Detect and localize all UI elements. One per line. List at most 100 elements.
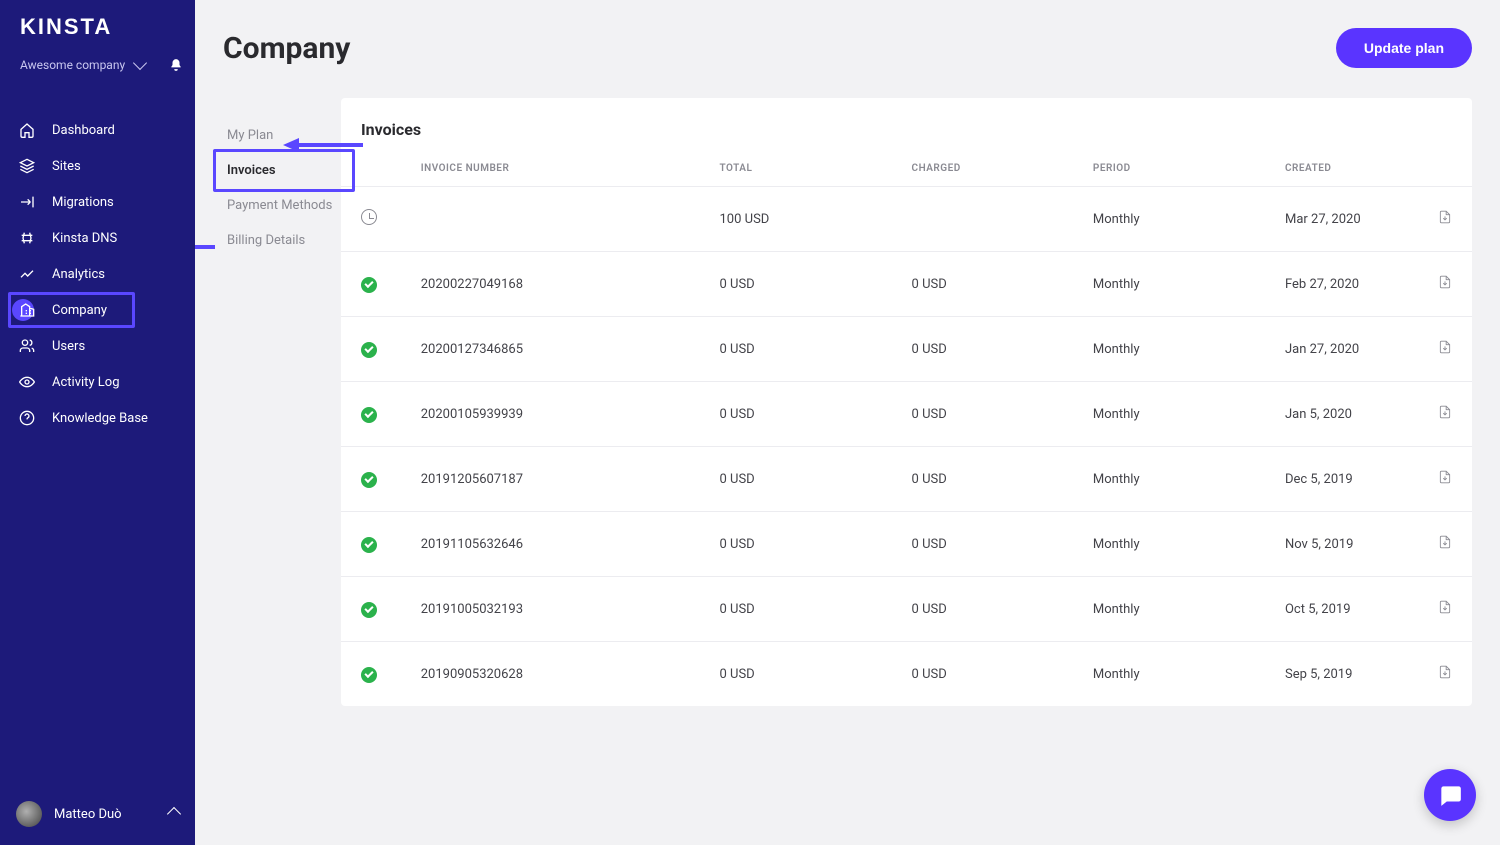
cell-period: Monthly: [1073, 252, 1265, 317]
cell-period: Monthly: [1073, 512, 1265, 577]
cell-download: [1414, 187, 1472, 252]
chat-launcher[interactable]: [1424, 769, 1476, 821]
check-icon: [361, 472, 377, 488]
cell-total: 0 USD: [700, 512, 892, 577]
cell-charged: [892, 187, 1073, 252]
download-icon[interactable]: [1438, 539, 1452, 554]
cell-download: [1414, 252, 1472, 317]
cell-charged: 0 USD: [892, 512, 1073, 577]
main-area: Company Update plan My Plan Invoices Pay…: [195, 0, 1500, 845]
company-subnav: My Plan Invoices Payment Methods Billing…: [223, 98, 341, 706]
subnav-item-label: Invoices: [227, 163, 276, 178]
sidebar-item-dashboard[interactable]: Dashboard: [0, 112, 195, 148]
download-icon[interactable]: [1438, 344, 1452, 359]
table-row[interactable]: 202002270491680 USD0 USDMonthlyFeb 27, 2…: [341, 252, 1472, 317]
sidebar-item-label: Kinsta DNS: [52, 231, 117, 246]
table-row[interactable]: 202001059399390 USD0 USDMonthlyJan 5, 20…: [341, 382, 1472, 447]
chevron-down-icon: [133, 56, 147, 70]
panel-title: Invoices: [341, 120, 1472, 151]
subnav-billing-details[interactable]: Billing Details: [223, 223, 341, 258]
sidebar-item-activity-log[interactable]: Activity Log: [0, 364, 195, 400]
sidebar-item-label: Migrations: [52, 195, 114, 210]
annotation-arrow: [195, 232, 215, 262]
sidebar-footer[interactable]: Matteo Duò: [0, 783, 195, 845]
check-icon: [361, 602, 377, 618]
table-row[interactable]: 202001273468650 USD0 USDMonthlyJan 27, 2…: [341, 317, 1472, 382]
cell-download: [1414, 382, 1472, 447]
cell-period: Monthly: [1073, 187, 1265, 252]
sidebar-item-label: Company: [52, 303, 107, 318]
cell-download: [1414, 577, 1472, 642]
chevron-up-icon: [167, 807, 181, 821]
sidebar-item-users[interactable]: Users: [0, 328, 195, 364]
cell-invoice-number: [401, 187, 700, 252]
cell-period: Monthly: [1073, 317, 1265, 382]
download-icon[interactable]: [1438, 409, 1452, 424]
eye-icon: [18, 373, 36, 391]
col-download: [1414, 151, 1472, 187]
cell-invoice-number: 20200105939939: [401, 382, 700, 447]
table-row[interactable]: 201909053206280 USD0 USDMonthlySep 5, 20…: [341, 642, 1472, 707]
sidebar-item-migrations[interactable]: Migrations: [0, 184, 195, 220]
subnav-payment-methods[interactable]: Payment Methods: [223, 188, 341, 223]
bell-icon[interactable]: [169, 58, 183, 72]
subnav-invoices[interactable]: Invoices: [223, 153, 341, 188]
cell-total: 0 USD: [700, 317, 892, 382]
cell-status: [341, 382, 401, 447]
sidebar-item-analytics[interactable]: Analytics: [0, 256, 195, 292]
page-header: Company Update plan: [223, 28, 1472, 68]
cell-status: [341, 187, 401, 252]
cell-status: [341, 447, 401, 512]
cell-status: [341, 252, 401, 317]
sidebar-item-label: Analytics: [52, 267, 105, 282]
cell-status: [341, 317, 401, 382]
sidebar-item-knowledge-base[interactable]: Knowledge Base: [0, 400, 195, 436]
table-row[interactable]: 201912056071870 USD0 USDMonthlyDec 5, 20…: [341, 447, 1472, 512]
avatar: [16, 801, 42, 827]
cell-period: Monthly: [1073, 447, 1265, 512]
cell-download: [1414, 512, 1472, 577]
cell-charged: 0 USD: [892, 252, 1073, 317]
cell-invoice-number: 20191105632646: [401, 512, 700, 577]
cell-created: Jan 5, 2020: [1265, 382, 1414, 447]
invoices-table: INVOICE NUMBER TOTAL CHARGED PERIOD CREA…: [341, 151, 1472, 706]
sidebar-item-label: Dashboard: [52, 123, 115, 138]
col-created: CREATED: [1265, 151, 1414, 187]
chat-icon: [1437, 782, 1463, 808]
sidebar-item-sites[interactable]: Sites: [0, 148, 195, 184]
sidebar-item-company[interactable]: Company: [0, 292, 195, 328]
check-icon: [361, 537, 377, 553]
download-icon[interactable]: [1438, 604, 1452, 619]
check-icon: [361, 342, 377, 358]
cell-charged: 0 USD: [892, 577, 1073, 642]
chart-icon: [18, 265, 36, 283]
table-row[interactable]: 100 USDMonthlyMar 27, 2020: [341, 187, 1472, 252]
col-period: PERIOD: [1073, 151, 1265, 187]
cell-created: Feb 27, 2020: [1265, 252, 1414, 317]
table-row[interactable]: 201911056326460 USD0 USDMonthlyNov 5, 20…: [341, 512, 1472, 577]
download-icon[interactable]: [1438, 474, 1452, 489]
cell-charged: 0 USD: [892, 642, 1073, 707]
download-icon[interactable]: [1438, 214, 1452, 229]
home-icon: [18, 121, 36, 139]
download-icon[interactable]: [1438, 279, 1452, 294]
cell-invoice-number: 20190905320628: [401, 642, 700, 707]
primary-nav: Dashboard Sites Migrations Kinsta DNS An…: [0, 112, 195, 436]
cell-charged: 0 USD: [892, 382, 1073, 447]
company-selector[interactable]: Awesome company: [0, 58, 195, 86]
page-title: Company: [223, 31, 350, 66]
sidebar-item-label: Knowledge Base: [52, 411, 148, 426]
cell-charged: 0 USD: [892, 447, 1073, 512]
company-selector-label: Awesome company: [20, 58, 125, 72]
cell-invoice-number: 20200127346865: [401, 317, 700, 382]
table-row[interactable]: 201910050321930 USD0 USDMonthlyOct 5, 20…: [341, 577, 1472, 642]
cell-period: Monthly: [1073, 382, 1265, 447]
cell-created: Dec 5, 2019: [1265, 447, 1414, 512]
sidebar: KINSTA Awesome company Dashboard Sites M…: [0, 0, 195, 845]
cell-created: Oct 5, 2019: [1265, 577, 1414, 642]
user-name: Matteo Duò: [54, 807, 122, 822]
subnav-my-plan[interactable]: My Plan: [223, 118, 341, 153]
update-plan-button[interactable]: Update plan: [1336, 28, 1472, 68]
sidebar-item-dns[interactable]: Kinsta DNS: [0, 220, 195, 256]
download-icon[interactable]: [1438, 669, 1452, 684]
